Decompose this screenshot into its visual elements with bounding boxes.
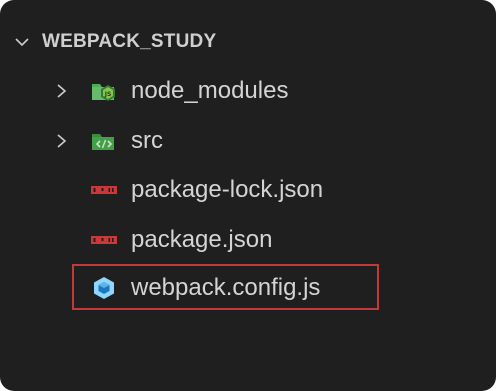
explorer-folder-header[interactable]: WEBPACK_STUDY <box>0 22 496 62</box>
tree-item-label: node_modules <box>131 77 289 104</box>
node-modules-folder-icon: JS <box>90 79 118 103</box>
chevron-right-icon <box>55 83 69 99</box>
src-folder-icon <box>90 129 118 153</box>
file-explorer: WEBPACK_STUDY JS node_modules src packag… <box>0 0 496 391</box>
tree-item-node-modules[interactable]: JS node_modules <box>0 67 496 115</box>
tree-item-label: package-lock.json <box>131 176 324 203</box>
tree-item-label: src <box>131 127 163 154</box>
chevron-right-icon <box>55 133 69 149</box>
tree-item-package-json[interactable]: package.json <box>0 216 496 264</box>
tree-item-label: package.json <box>131 226 273 253</box>
folder-title: WEBPACK_STUDY <box>42 31 217 52</box>
svg-text:JS: JS <box>104 91 112 98</box>
highlight-box <box>72 264 379 310</box>
chevron-down-icon <box>14 34 30 50</box>
npm-icon <box>90 228 118 252</box>
tree-item-src[interactable]: src <box>0 117 496 165</box>
npm-icon <box>90 178 118 202</box>
tree-item-package-lock-json[interactable]: package-lock.json <box>0 166 496 214</box>
